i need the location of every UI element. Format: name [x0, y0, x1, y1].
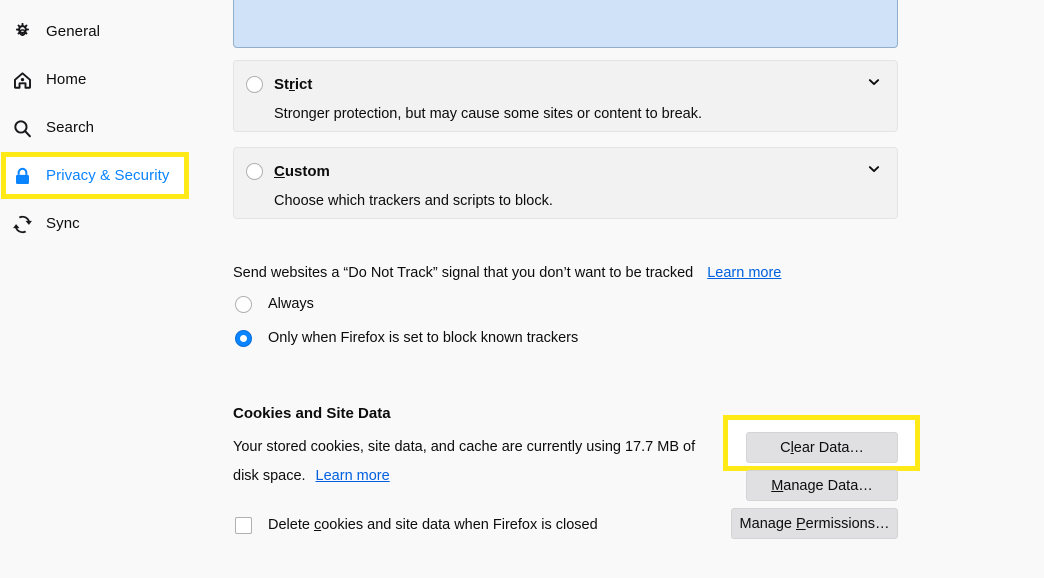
sidebar-item-sync[interactable]: Sync [0, 208, 80, 240]
search-icon [10, 116, 34, 140]
cookies-section-heading: Cookies and Site Data [233, 405, 391, 422]
settings-sidebar: General Home Search Privacy & Security S… [0, 0, 232, 578]
sync-icon [10, 212, 34, 236]
tracking-option-custom-label: Custom [274, 163, 330, 180]
tracking-option-strict-label: Strict [274, 76, 313, 93]
cookies-learn-more-link[interactable]: Learn more [316, 468, 390, 484]
do-not-track-description: Send websites a “Do Not Track” signal th… [233, 265, 694, 281]
radio-strict[interactable] [246, 76, 263, 93]
sidebar-item-label: General [46, 23, 101, 40]
chevron-down-icon[interactable] [867, 75, 881, 89]
sidebar-item-home[interactable]: Home [0, 64, 86, 96]
sidebar-item-label: Search [46, 119, 95, 136]
sidebar-item-general[interactable]: General [0, 16, 100, 48]
sidebar-item-privacy-security[interactable]: Privacy & Security [0, 160, 170, 192]
tracking-option-standard[interactable] [233, 0, 898, 48]
home-icon [10, 68, 34, 92]
sidebar-item-search[interactable]: Search [0, 112, 94, 144]
do-not-track-option-always[interactable]: Always [235, 294, 314, 314]
manage-permissions-button[interactable]: Manage Permissions… [731, 508, 898, 539]
do-not-track-description-row: Send websites a “Do Not Track” signal th… [233, 264, 781, 283]
sidebar-item-label: Sync [46, 215, 80, 232]
sidebar-item-label: Home [46, 71, 87, 88]
radio-custom[interactable] [246, 163, 263, 180]
chevron-down-icon[interactable] [867, 162, 881, 176]
checkbox-delete-cookies-on-close[interactable] [235, 516, 252, 534]
tracking-option-custom[interactable]: Custom Choose which trackers and scripts… [233, 147, 898, 219]
do-not-track-always-label: Always [268, 295, 314, 312]
lock-icon [10, 164, 34, 188]
clear-data-button[interactable]: Clear Data… [746, 432, 898, 463]
tracking-option-custom-description: Choose which trackers and scripts to blo… [274, 193, 553, 209]
privacy-security-pane: Strict Stronger protection, but may caus… [232, 0, 1044, 578]
do-not-track-only-when-label: Only when Firefox is set to block known … [268, 329, 579, 346]
delete-cookies-on-close-label: Delete cookies and site data when Firefo… [268, 516, 598, 533]
gear-icon [10, 20, 34, 44]
cookies-usage-text-row: Your stored cookies, site data, and cach… [233, 433, 723, 491]
cookies-usage-text: Your stored cookies, site data, and cach… [233, 439, 696, 484]
radio-dnt-always[interactable] [235, 295, 252, 313]
do-not-track-learn-more-link[interactable]: Learn more [707, 265, 781, 281]
tracking-option-strict[interactable]: Strict Stronger protection, but may caus… [233, 60, 898, 132]
tracking-option-strict-description: Stronger protection, but may cause some … [274, 106, 702, 122]
delete-cookies-on-close-row[interactable]: Delete cookies and site data when Firefo… [235, 515, 598, 535]
sidebar-item-label: Privacy & Security [46, 167, 170, 184]
radio-dnt-only-when-blocking[interactable] [235, 329, 252, 347]
manage-data-button[interactable]: Manage Data… [746, 470, 898, 501]
do-not-track-option-only-when-blocking[interactable]: Only when Firefox is set to block known … [235, 328, 578, 348]
